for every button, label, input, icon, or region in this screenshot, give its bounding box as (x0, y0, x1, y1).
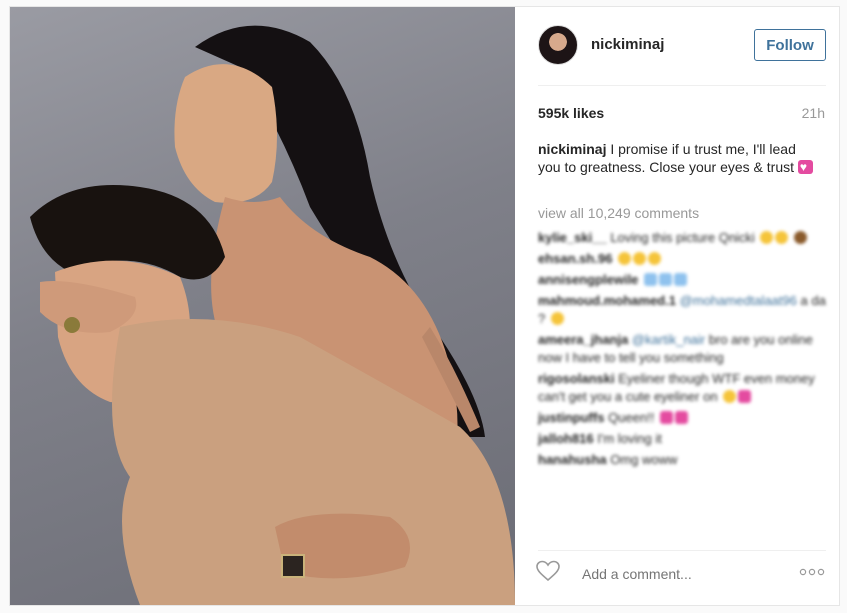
add-comment-input[interactable] (580, 565, 765, 583)
view-all-comments-link[interactable]: view all 10,249 comments (538, 205, 699, 221)
emoji-icon (633, 252, 647, 265)
comment-item: mahmoud.mohamed.1 @mohamedtalaat96 a da … (538, 292, 828, 328)
emoji-icon (674, 411, 688, 424)
comment-username[interactable]: rigosolanski (538, 371, 615, 386)
post-header: nickiminaj Follow (515, 7, 839, 85)
post-photo[interactable] (10, 7, 515, 605)
emoji-icon (659, 411, 673, 424)
emoji-icon (659, 273, 673, 286)
emoji-icon (618, 252, 632, 265)
header-divider (538, 85, 826, 86)
comment-username[interactable]: hanahusha (538, 452, 607, 467)
comment-username[interactable]: ameera_jhanja (538, 332, 628, 347)
caption-username[interactable]: nickiminaj (538, 141, 606, 157)
emoji-icon (723, 390, 737, 403)
emoji-icon (644, 273, 658, 286)
post-card: nickiminaj Follow 595k likes 21h nickimi… (9, 6, 840, 606)
comment-item: rigosolanski Eyeliner though WTF even mo… (538, 370, 828, 406)
heart-outline-icon[interactable] (536, 560, 560, 582)
comment-mention[interactable]: @kartik_nair (632, 332, 705, 347)
comment-mention[interactable]: @mohamedtalaat96 (680, 293, 797, 308)
post-actions (515, 550, 839, 605)
comment-username[interactable]: jalloh816 (538, 431, 594, 446)
emoji-icon (794, 231, 808, 244)
post-sidebar: nickiminaj Follow 595k likes 21h nickimi… (515, 7, 839, 605)
comment-item: annisengplewile (538, 271, 828, 289)
more-options-icon[interactable] (799, 568, 825, 576)
comment-username[interactable]: kylie_ski__ (538, 230, 607, 245)
comment-username[interactable]: annisengplewile (538, 272, 638, 287)
emoji-icon (550, 312, 564, 325)
photo-illustration (30, 25, 515, 605)
comment-text: Queen!! (608, 410, 655, 425)
post-timestamp[interactable]: 21h (802, 105, 825, 121)
emoji-icon (674, 273, 688, 286)
comment-item: justinpuffs Queen!! (538, 409, 828, 427)
pink-heart-emoji-icon (797, 158, 813, 176)
comment-item: jalloh816 I'm loving it (538, 430, 828, 448)
comment-item: ehsan.sh.96 (538, 250, 828, 268)
comment-username[interactable]: justinpuffs (538, 410, 604, 425)
comment-item: ameera_jhanja @kartik_nair bro are you o… (538, 331, 828, 367)
emoji-icon (738, 390, 752, 403)
follow-button[interactable]: Follow (754, 29, 826, 61)
comment-username[interactable]: mahmoud.mohamed.1 (538, 293, 676, 308)
comment-text: I'm loving it (597, 431, 662, 446)
comment-text: Loving this picture Qnicki (610, 230, 755, 245)
emoji-icon (775, 231, 789, 244)
comments-list: kylie_ski__ Loving this picture Qnicki e… (538, 229, 828, 472)
comment-text: Omg woww (610, 452, 678, 467)
avatar[interactable] (538, 25, 578, 65)
comment-item: hanahusha Omg woww (538, 451, 828, 469)
post-caption: nickiminaj I promise if u trust me, I'll… (538, 140, 818, 176)
emoji-icon (760, 231, 774, 244)
emoji-icon (648, 252, 662, 265)
comment-username[interactable]: ehsan.sh.96 (538, 251, 612, 266)
header-username[interactable]: nickiminaj (591, 36, 664, 53)
comment-item: kylie_ski__ Loving this picture Qnicki (538, 229, 828, 247)
likes-count[interactable]: 595k likes (538, 105, 604, 121)
